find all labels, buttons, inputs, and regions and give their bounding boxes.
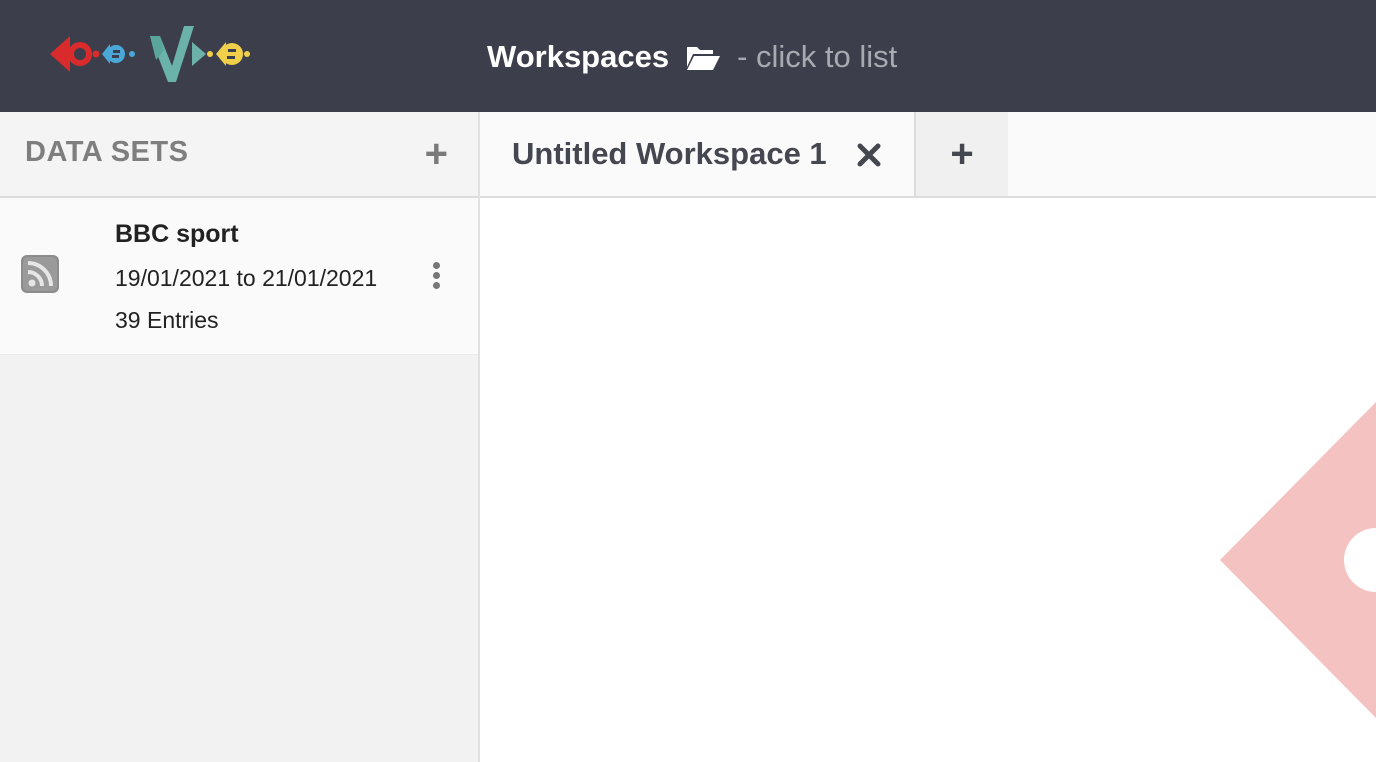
workspaces-title[interactable]: Workspaces xyxy=(487,39,669,75)
menu-dot xyxy=(432,262,440,269)
workspace-canvas[interactable] xyxy=(480,198,1376,762)
datasets-header: DATA SETS + xyxy=(0,112,478,198)
menu-dot xyxy=(432,282,440,289)
rss-icon xyxy=(21,255,59,293)
dataset-menu-button[interactable] xyxy=(428,262,444,290)
datasets-sidebar: DATA SETS + BBC sport 19/01/2021 to 21/0… xyxy=(0,112,480,762)
dataset-entries: 39 Entries xyxy=(115,307,219,333)
watermark-logo-icon xyxy=(1220,402,1376,718)
top-bar: Workspaces - click to list xyxy=(0,0,1376,112)
add-dataset-button[interactable]: + xyxy=(425,134,448,174)
add-tab-button[interactable]: + xyxy=(916,112,1008,196)
dataset-date-range: 19/01/2021 to 21/01/2021 xyxy=(115,265,378,291)
dataset-name: BBC sport xyxy=(115,220,239,248)
tab-untitled-workspace-1[interactable]: Untitled Workspace 1 xyxy=(480,112,916,196)
folder-open-icon[interactable] xyxy=(685,43,721,71)
workspaces-switcher[interactable]: Workspaces - click to list xyxy=(487,36,897,78)
menu-dot xyxy=(432,272,440,279)
workspace-tabbar: Untitled Workspace 1 + xyxy=(480,112,1376,198)
tab-label: Untitled Workspace 1 xyxy=(512,136,827,171)
dataset-item-bbc-sport[interactable]: BBC sport 19/01/2021 to 21/01/2021 39 En… xyxy=(0,198,478,355)
cosmos-logo[interactable] xyxy=(46,20,250,88)
workspaces-hint: - click to list xyxy=(737,39,898,74)
datasets-title: DATA SETS xyxy=(25,136,189,168)
close-icon[interactable] xyxy=(856,142,882,168)
